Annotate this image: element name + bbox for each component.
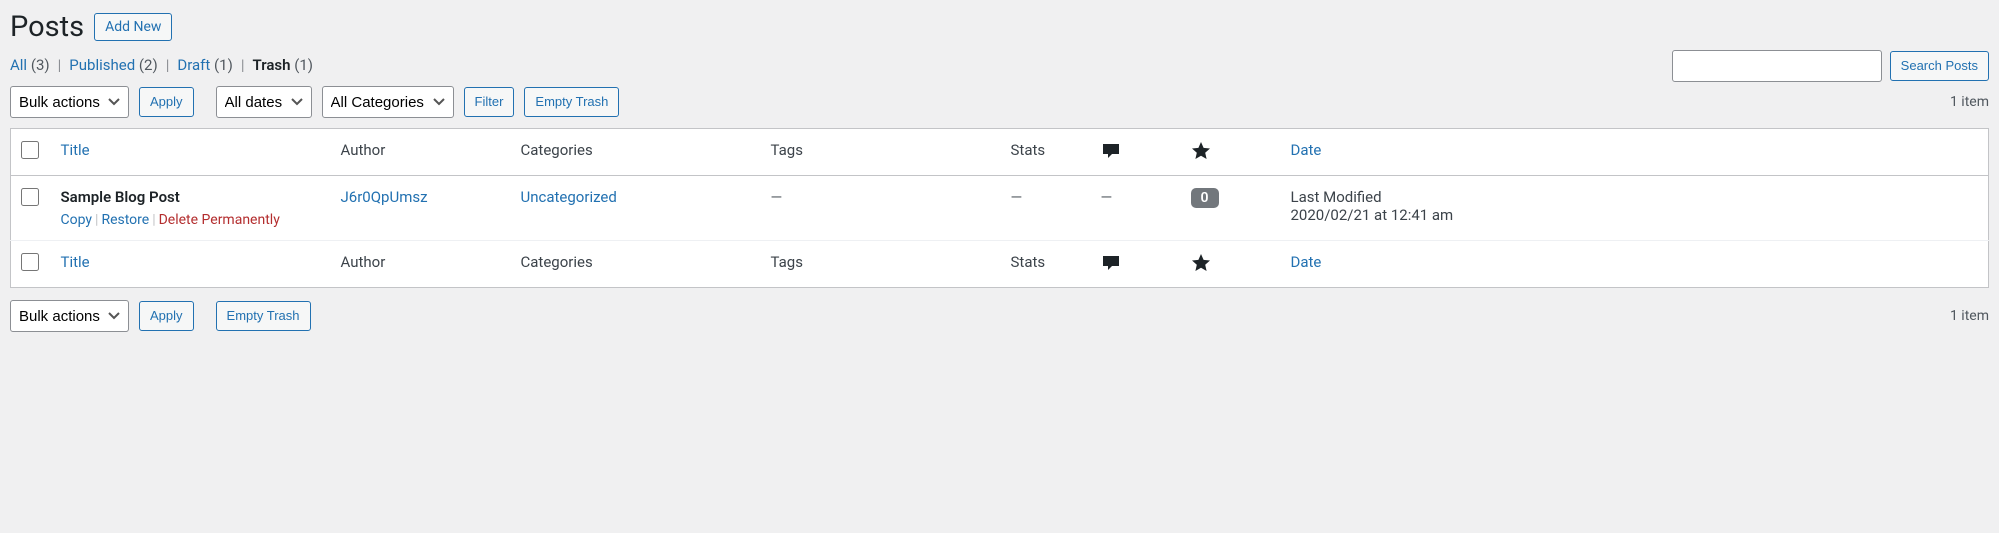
bulk-actions-select[interactable]: Bulk actions bbox=[10, 86, 129, 118]
category-filter-select[interactable]: All Categories bbox=[322, 86, 454, 118]
date-status: Last Modified bbox=[1291, 188, 1979, 206]
column-header-author: Author bbox=[331, 129, 511, 176]
copy-action[interactable]: Copy bbox=[61, 212, 93, 228]
bulk-actions-select-bottom[interactable]: Bulk actions bbox=[10, 300, 129, 332]
filter-button[interactable]: Filter bbox=[464, 87, 515, 118]
stats-value: — bbox=[1011, 188, 1023, 206]
status-link-all[interactable]: All bbox=[10, 56, 27, 74]
page-title: Posts bbox=[10, 10, 84, 44]
star-icon[interactable] bbox=[1191, 141, 1211, 159]
comments-icon[interactable] bbox=[1101, 253, 1121, 271]
tags-value: — bbox=[771, 188, 783, 206]
column-header-date[interactable]: Date bbox=[1291, 141, 1322, 159]
item-count: 1 item bbox=[1950, 94, 1989, 110]
table-row: Sample Blog Post Copy|Restore|Delete Per… bbox=[11, 176, 1989, 241]
post-title: Sample Blog Post bbox=[61, 188, 180, 206]
search-posts-button[interactable]: Search Posts bbox=[1890, 51, 1989, 82]
add-new-button[interactable]: Add New bbox=[94, 13, 172, 41]
status-count-all: (3) bbox=[31, 56, 50, 74]
search-input[interactable] bbox=[1672, 50, 1882, 82]
date-filter-select[interactable]: All dates bbox=[216, 86, 312, 118]
column-footer-date[interactable]: Date bbox=[1291, 253, 1322, 271]
comments-value: — bbox=[1101, 188, 1113, 206]
posts-table: Title Author Categories Tags Stats Date … bbox=[10, 128, 1989, 288]
select-all-checkbox[interactable] bbox=[21, 141, 39, 159]
row-actions: Copy|Restore|Delete Permanently bbox=[61, 212, 321, 228]
status-link-published[interactable]: Published bbox=[69, 56, 135, 74]
delete-permanently-action[interactable]: Delete Permanently bbox=[159, 212, 280, 228]
star-icon[interactable] bbox=[1191, 253, 1211, 271]
column-footer-author: Author bbox=[331, 241, 511, 288]
comments-icon[interactable] bbox=[1101, 141, 1121, 159]
likes-count[interactable]: 0 bbox=[1191, 188, 1219, 208]
column-footer-tags: Tags bbox=[761, 241, 1001, 288]
status-count-trash: (1) bbox=[294, 56, 313, 74]
date-value: 2020/02/21 at 12:41 am bbox=[1291, 206, 1979, 224]
apply-button[interactable]: Apply bbox=[139, 87, 194, 118]
column-header-tags: Tags bbox=[761, 129, 1001, 176]
column-footer-stats: Stats bbox=[1001, 241, 1091, 288]
apply-button-bottom[interactable]: Apply bbox=[139, 301, 194, 332]
restore-action[interactable]: Restore bbox=[101, 212, 149, 228]
column-header-title[interactable]: Title bbox=[61, 141, 90, 159]
status-count-published: (2) bbox=[139, 56, 158, 74]
status-count-draft: (1) bbox=[214, 56, 233, 74]
status-link-trash[interactable]: Trash bbox=[253, 56, 291, 74]
category-link[interactable]: Uncategorized bbox=[521, 188, 617, 206]
item-count-bottom: 1 item bbox=[1950, 308, 1989, 324]
row-checkbox[interactable] bbox=[21, 188, 39, 206]
author-link[interactable]: J6r0QpUmsz bbox=[341, 188, 428, 206]
empty-trash-button-bottom[interactable]: Empty Trash bbox=[216, 301, 311, 332]
status-link-draft[interactable]: Draft bbox=[177, 56, 210, 74]
column-header-categories: Categories bbox=[511, 129, 761, 176]
empty-trash-button[interactable]: Empty Trash bbox=[524, 87, 619, 118]
column-footer-title[interactable]: Title bbox=[61, 253, 90, 271]
column-footer-categories: Categories bbox=[511, 241, 761, 288]
select-all-checkbox-footer[interactable] bbox=[21, 253, 39, 271]
column-header-stats: Stats bbox=[1001, 129, 1091, 176]
